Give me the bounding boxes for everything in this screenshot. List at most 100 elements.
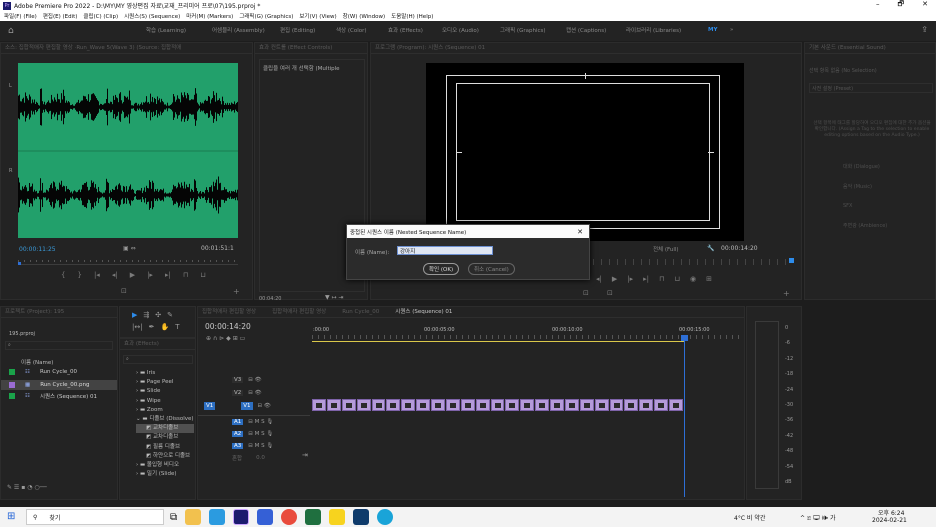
v1-clip[interactable] [341,399,356,411]
source-tab[interactable]: 소스: 집합적애자 편집할 영상 ·Run_Wave 5(Wave 3) (So… [1,43,252,54]
folder-push[interactable]: › ▬ 밀기 (Slide) [136,470,194,479]
effect-item-3[interactable]: ◩ 필름 디졸브 [136,443,194,452]
v1-clip[interactable] [475,399,490,411]
project-item-3[interactable]: ☷ 시퀀스 (Sequence) 01 [9,392,97,400]
weather-widget[interactable]: 4°C 비 약간 [734,513,765,522]
track-v2[interactable]: V2 ⊟ 👁 [198,386,310,399]
folder-wipe[interactable]: › ▬ Wipe [136,397,194,406]
program-tab[interactable]: 프로그램 (Program): 시퀀스 (Sequence) 01 [371,43,801,54]
v1-clip[interactable] [371,399,386,411]
workspace-my[interactable]: MY [708,27,722,33]
menu-view[interactable]: 보기(V) (View) [299,12,336,20]
effect-controls-tab[interactable]: 효과 컨트롤 (Effect Controls) [255,43,367,54]
source-timecode[interactable]: 00:00:11:25 [19,246,56,253]
timeline-tab-sequence[interactable]: 시퀀스 (Sequence) 01 [395,307,452,317]
v1-clip[interactable] [624,399,639,411]
share-icon[interactable]: ⇪ [921,25,928,34]
v1-clip[interactable] [386,399,401,411]
v1-clip[interactable] [535,399,549,411]
track-v1[interactable]: V1 V1 ⊟ 👁 [198,399,310,412]
v1-clip[interactable] [579,399,594,411]
workspace-editing[interactable]: 편집 (Editing) [280,26,330,34]
system-tray[interactable]: ^ 🗈 🖵 🕪 가 [800,513,835,524]
taskbar-time[interactable]: 오후 6:24 [878,508,904,517]
audio-expand-icon[interactable]: ⇥ [302,451,308,459]
menu-file[interactable]: 파일(F) (File) [4,12,37,20]
audio-type-music[interactable]: 음악 (Music) [843,183,933,190]
timeline-ruler[interactable]: :00:00 00:00:05:00 00:00:10:00 00:00:15:… [312,325,744,343]
export-frame-icon[interactable]: ⊡ [121,287,127,295]
mark-in-icon[interactable]: { [61,271,65,279]
lift-icon[interactable]: ⊓ [659,275,664,283]
app-icon[interactable] [305,509,322,525]
menu-graphics[interactable]: 그래픽(G) (Graphics) [239,12,293,20]
workspace-audio[interactable]: 오디오 (Audio) [442,26,492,34]
v1-clip[interactable] [609,399,624,411]
chrome-icon[interactable] [281,509,298,525]
effects-search-input[interactable]: ⌕ [123,355,193,364]
v1-clip[interactable] [654,399,668,411]
taskbar-search-box[interactable]: ⚲ 찾기 [26,509,164,525]
prog-step-forward-icon[interactable]: |▸ [627,275,633,283]
file-explorer-icon[interactable] [185,509,202,525]
folder-immersive[interactable]: › ▬ 몰입형 비디오 [136,461,194,470]
timeline-playhead[interactable] [684,335,685,497]
menu-sequence[interactable]: 시퀀스(S) (Sequence) [124,12,180,20]
timeline-tool-icons[interactable]: ⊕ ∩ ⊳ ◆ ⊞ ▭ [206,335,245,342]
program-fit-select[interactable]: 전체 (Full) [653,245,679,253]
timeline-tab-2[interactable]: 집합적애자 편집할 영상 [272,307,326,317]
effects-tab[interactable]: 효과 (Effects) [120,339,195,350]
timeline-tab-3[interactable]: Run Cycle_00 [342,307,379,317]
track-v3[interactable]: V3 ⊟ 👁 [198,373,310,386]
source-ruler[interactable] [18,257,238,265]
step-back-icon[interactable]: ◂| [112,271,118,279]
v1-clip[interactable] [460,399,475,411]
prog-step-back-icon[interactable]: ◂| [596,275,602,283]
project-item-1[interactable]: ☷ Run Cycle_00 [9,369,77,375]
v1-clip[interactable] [520,399,535,411]
close-button[interactable]: ✕ [922,0,928,11]
project-tab[interactable]: 프로젝트 (Project): 195 [1,307,117,318]
maximize-button[interactable]: 🗗 [898,0,905,11]
premiere-taskbar-icon[interactable] [233,509,250,525]
timeline-timecode[interactable]: 00:00:14:20 [205,322,251,331]
folder-slide[interactable]: › ▬ Slide [136,387,194,396]
workspace-effects[interactable]: 효과 (Effects) [388,26,434,34]
prog-vr-icon[interactable]: ⊡ [607,289,613,297]
pen-tool-icon[interactable]: ✒ [149,323,155,331]
menu-clip[interactable]: 클립(C) (Clip) [83,12,118,20]
windows-start-icon[interactable]: ⊞ [7,511,15,522]
v1-clip[interactable] [669,399,683,411]
v1-clip[interactable] [356,399,371,411]
insert-icon[interactable]: ⊓ [183,271,188,279]
program-ruler[interactable] [593,259,791,265]
minimize-button[interactable]: – [876,0,880,11]
ok-button[interactable]: 확인 (OK) [423,263,460,275]
kakaotalk-icon[interactable] [329,509,346,525]
v1-clip[interactable] [490,399,505,411]
project-item-2[interactable]: ▦ Run Cycle_00.png [1,380,117,390]
workspace-libraries[interactable]: 라이브러리 (Libraries) [626,26,690,34]
track-a3[interactable]: A3 ⊟ M S 🎙 [198,440,310,452]
program-playhead[interactable] [789,258,794,263]
menu-edit[interactable]: 편집(E) (Edit) [43,12,78,20]
track-a2[interactable]: A2 ⊟ M S 🎙 [198,428,310,440]
prog-go-to-out-icon[interactable]: ▸| [643,275,649,283]
effect-item-1[interactable]: ◩ 교차디졸브 [136,424,194,434]
nested-sequence-name-input[interactable] [397,246,493,255]
audio-type-dialogue[interactable]: 대화 (Dialogue) [843,163,933,170]
effect-item-4[interactable]: ◩ 하얀으로 디졸브 [136,452,194,461]
essential-sound-tab[interactable]: 기본 사운드 (Essential Sound) [805,43,935,54]
v1-clip[interactable] [431,399,445,411]
comparison-icon[interactable]: ⊞ [706,275,712,283]
source-add-button-icon[interactable]: + [233,287,240,296]
track-master[interactable]: 혼합 0.0 [198,452,310,464]
dialog-close-button[interactable]: ✕ [577,228,583,236]
program-tools-icons[interactable]: 🔧 [707,245,714,252]
v1-clip[interactable] [594,399,609,411]
menu-help[interactable]: 도움말(H) (Help) [391,12,433,20]
preset-select[interactable]: 사전 설정 (Preset) [809,83,933,93]
audio-type-sfx[interactable]: SFX [843,203,933,209]
timeline-tab-1[interactable]: 집합적애자 편집할 영상 [202,307,256,317]
slip-tool-icon[interactable]: |↔| [132,323,143,331]
